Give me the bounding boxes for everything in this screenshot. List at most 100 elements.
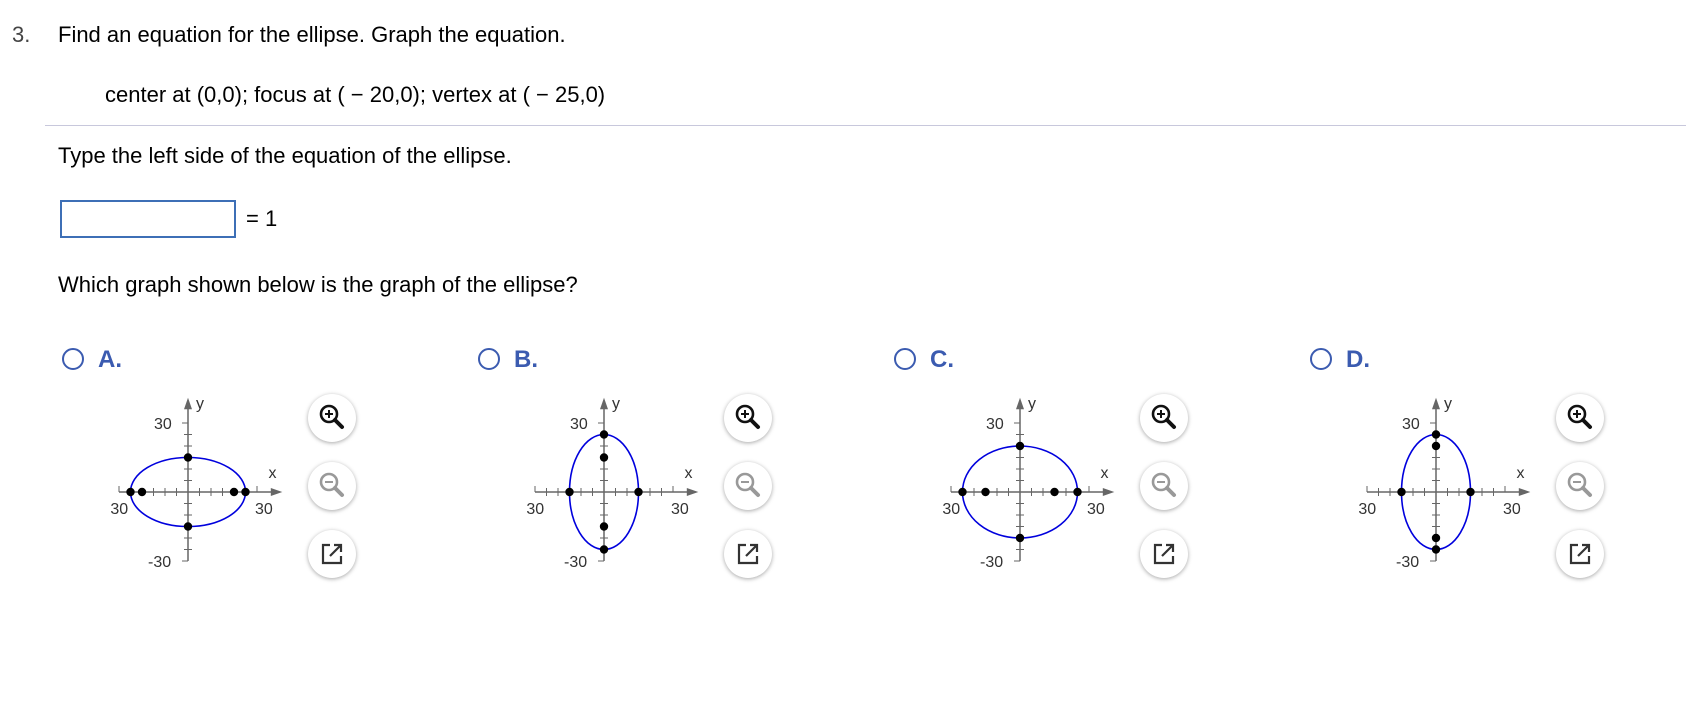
option-label: D. <box>1346 346 1370 373</box>
graph-point <box>599 522 609 531</box>
x-max-label: 30 <box>1503 501 1521 518</box>
graph-svg: -30 30 30 -30 x y <box>937 396 1115 571</box>
popout-button-b[interactable] <box>724 530 772 578</box>
graph-point <box>1466 487 1475 497</box>
graph-option-a: -30 30 30 -30 x y <box>105 390 290 580</box>
popout-button-d[interactable] <box>1556 530 1604 578</box>
x-min-label: -30 <box>1358 501 1376 518</box>
graph-point <box>1431 545 1441 554</box>
graph-svg: -30 30 30 -30 x y <box>105 396 283 571</box>
equation-answer-input[interactable] <box>60 200 236 238</box>
zoom-out-button-b[interactable] <box>724 462 772 510</box>
graph-point <box>1431 533 1441 543</box>
graph-point <box>634 487 643 497</box>
x-axis-arrow <box>270 488 283 496</box>
graph-option-d: -30 30 30 -30 x y <box>1353 390 1538 580</box>
zoom-in-icon <box>1151 404 1176 429</box>
zoom-out-icon <box>735 472 760 497</box>
graph-point <box>565 487 574 497</box>
graph-point <box>958 487 967 497</box>
option-d[interactable]: D. -30 30 30 -30 x y <box>1310 346 1686 598</box>
zoom-out-button-d[interactable] <box>1556 462 1604 510</box>
equation-prompt: Type the left side of the equation of th… <box>58 143 512 168</box>
graph-option-b: -30 30 30 -30 x y <box>521 390 706 580</box>
y-axis-arrow <box>1432 397 1440 410</box>
option-c[interactable]: C. -30 30 30 -30 x y <box>894 346 1294 598</box>
y-axis-arrow <box>1016 397 1024 410</box>
x-min-label: -30 <box>110 501 128 518</box>
radio-option-a[interactable] <box>62 348 84 370</box>
question-number: 3. <box>12 22 31 47</box>
zoom-in-button-c[interactable] <box>1140 394 1188 442</box>
graph-prompt: Which graph shown below is the graph of … <box>58 272 578 297</box>
option-label: A. <box>98 346 122 373</box>
graph-svg: -30 30 30 -30 x y <box>521 396 699 571</box>
y-axis-label: y <box>1028 396 1036 413</box>
popout-button-a[interactable] <box>308 530 356 578</box>
y-axis-label: y <box>196 396 204 413</box>
graph-option-c: -30 30 30 -30 x y <box>937 390 1122 580</box>
graph-point <box>137 487 147 497</box>
y-max-label: 30 <box>154 416 172 433</box>
graph-svg: -30 30 30 -30 x y <box>1353 396 1531 571</box>
equation-rhs: = 1 <box>246 206 278 231</box>
option-label: B. <box>514 346 538 373</box>
x-axis-label: x <box>685 465 693 482</box>
y-axis-arrow <box>600 397 608 410</box>
popout-icon <box>1569 543 1591 565</box>
x-min-label: -30 <box>942 501 960 518</box>
radio-option-b[interactable] <box>478 348 500 370</box>
graph-point <box>1431 430 1441 439</box>
y-max-label: 30 <box>570 416 588 433</box>
x-axis-label: x <box>269 465 277 482</box>
option-b[interactable]: B. -30 30 30 -30 x y <box>478 346 878 598</box>
graph-point <box>126 487 135 497</box>
graph-point <box>599 545 609 554</box>
zoom-out-icon <box>1567 472 1592 497</box>
y-max-label: 30 <box>986 416 1004 433</box>
zoom-out-icon <box>1151 472 1176 497</box>
radio-option-d[interactable] <box>1310 348 1332 370</box>
popout-icon <box>321 543 343 565</box>
zoom-in-button-a[interactable] <box>308 394 356 442</box>
x-max-label: 30 <box>671 501 689 518</box>
graph-point <box>1015 441 1025 451</box>
y-axis-label: y <box>612 396 620 413</box>
zoom-out-button-c[interactable] <box>1140 462 1188 510</box>
option-label: C. <box>930 346 954 373</box>
zoom-in-button-b[interactable] <box>724 394 772 442</box>
zoom-out-button-a[interactable] <box>308 462 356 510</box>
zoom-in-icon <box>735 404 760 429</box>
x-axis-arrow <box>686 488 699 496</box>
popout-icon <box>737 543 759 565</box>
x-axis-label: x <box>1101 465 1109 482</box>
graph-point <box>1431 441 1441 451</box>
y-min-label: -30 <box>980 554 1003 571</box>
y-max-label: 30 <box>1402 416 1420 433</box>
zoom-in-icon <box>319 404 344 429</box>
graph-point <box>1073 487 1082 497</box>
y-min-label: -30 <box>1396 554 1419 571</box>
y-min-label: -30 <box>564 554 587 571</box>
graph-point <box>1050 487 1059 497</box>
zoom-out-icon <box>319 472 344 497</box>
graph-point <box>183 453 193 462</box>
popout-button-c[interactable] <box>1140 530 1188 578</box>
graph-point <box>229 487 239 497</box>
option-a[interactable]: A. -30 30 30 -30 x y <box>62 346 462 598</box>
given-conditions: center at (0,0); focus at ( − 20,0); ver… <box>105 82 606 107</box>
graph-point <box>1015 533 1025 543</box>
radio-option-c[interactable] <box>894 348 916 370</box>
graph-point <box>981 487 990 497</box>
graph-point <box>241 487 250 497</box>
graph-point <box>1397 487 1406 497</box>
x-min-label: -30 <box>526 501 544 518</box>
popout-icon <box>1153 543 1175 565</box>
x-axis-arrow <box>1102 488 1115 496</box>
question-text: Find an equation for the ellipse. Graph … <box>58 22 566 47</box>
zoom-in-button-d[interactable] <box>1556 394 1604 442</box>
graph-point <box>599 430 609 439</box>
divider <box>45 125 1686 126</box>
x-max-label: 30 <box>255 501 273 518</box>
graph-point <box>183 522 193 531</box>
